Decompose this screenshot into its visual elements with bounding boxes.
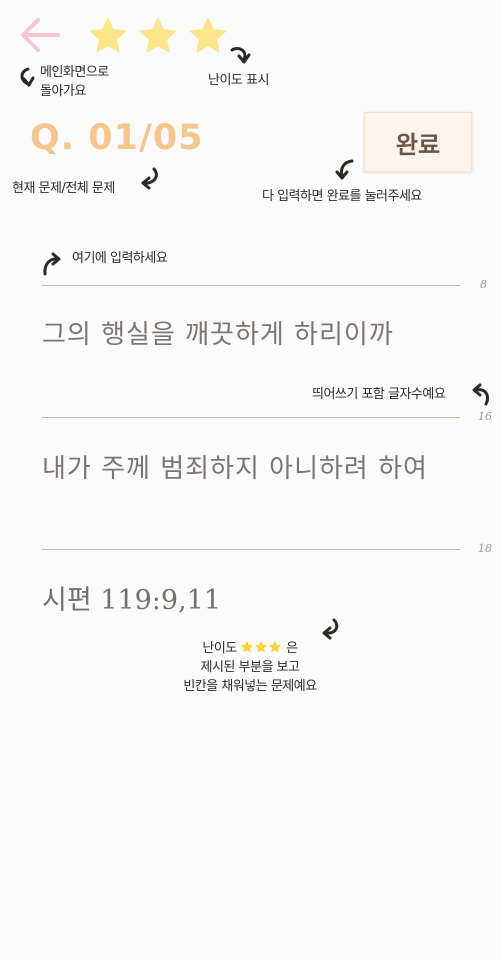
curved-arrow-icon xyxy=(322,618,339,640)
answer-line-2[interactable]: 내가 주께 범죄하지 아니하려 하여 xyxy=(42,448,428,485)
bottom-annotation-line2: 제시된 부분을 보고 xyxy=(200,659,300,675)
star-icon xyxy=(255,640,268,653)
input-underline xyxy=(42,285,460,286)
annotation-text: 메인화면으로 xyxy=(40,65,109,80)
star-icon xyxy=(139,16,177,53)
annotation-text: 돌아가요 xyxy=(40,83,86,99)
count-annotation: 띄어쓰기 포함 글자수예요 xyxy=(312,387,446,402)
arrow-left-icon xyxy=(21,18,60,52)
annotation-text: 난이도 xyxy=(202,641,237,656)
back-button[interactable] xyxy=(18,16,62,56)
input-underline xyxy=(42,417,460,418)
curved-arrow-icon xyxy=(43,252,61,276)
annotation-text: 은 xyxy=(286,641,298,656)
star-icon xyxy=(89,16,127,53)
curved-arrow-icon xyxy=(230,46,251,64)
char-count: 16 xyxy=(478,410,492,423)
input-annotation: 여기에 입력하세요 xyxy=(72,251,168,266)
curved-arrow-icon xyxy=(20,67,35,87)
curved-arrow-icon xyxy=(335,159,354,180)
curved-arrow-icon xyxy=(141,167,158,190)
curved-arrow-icon xyxy=(472,383,490,406)
bottom-annotation-line1: 난이도 은 xyxy=(150,640,350,659)
mini-stars xyxy=(240,640,282,654)
input-underline xyxy=(42,549,460,550)
difficulty-annotation: 난이도 표시 xyxy=(208,73,269,88)
bottom-annotation-line3: 빈칸을 채워넣는 문제예요 xyxy=(183,678,317,694)
back-annotation: 메인화면으로 돌아가요 xyxy=(40,64,109,102)
star-icon xyxy=(241,640,254,653)
difficulty-stars xyxy=(86,14,230,58)
bottom-annotation: 난이도 은 제시된 부분을 보고 빈칸을 채워넣는 문제예요 xyxy=(150,640,350,697)
verse-reference: 시편 119:9,11 xyxy=(42,585,222,616)
done-annotation: 다 입력하면 완료를 눌러주세요 xyxy=(262,189,422,204)
star-icon xyxy=(269,640,282,653)
char-count: 8 xyxy=(480,278,487,291)
answer-line-1[interactable]: 그의 행실을 깨끗하게 하리이까 xyxy=(42,314,394,351)
progress-annotation: 현재 문제/전체 문제 xyxy=(12,181,115,196)
question-number: Q. 01/05 xyxy=(30,118,204,158)
star-icon xyxy=(189,16,227,53)
char-count: 18 xyxy=(478,542,492,555)
done-button[interactable]: 완료 xyxy=(364,112,472,172)
